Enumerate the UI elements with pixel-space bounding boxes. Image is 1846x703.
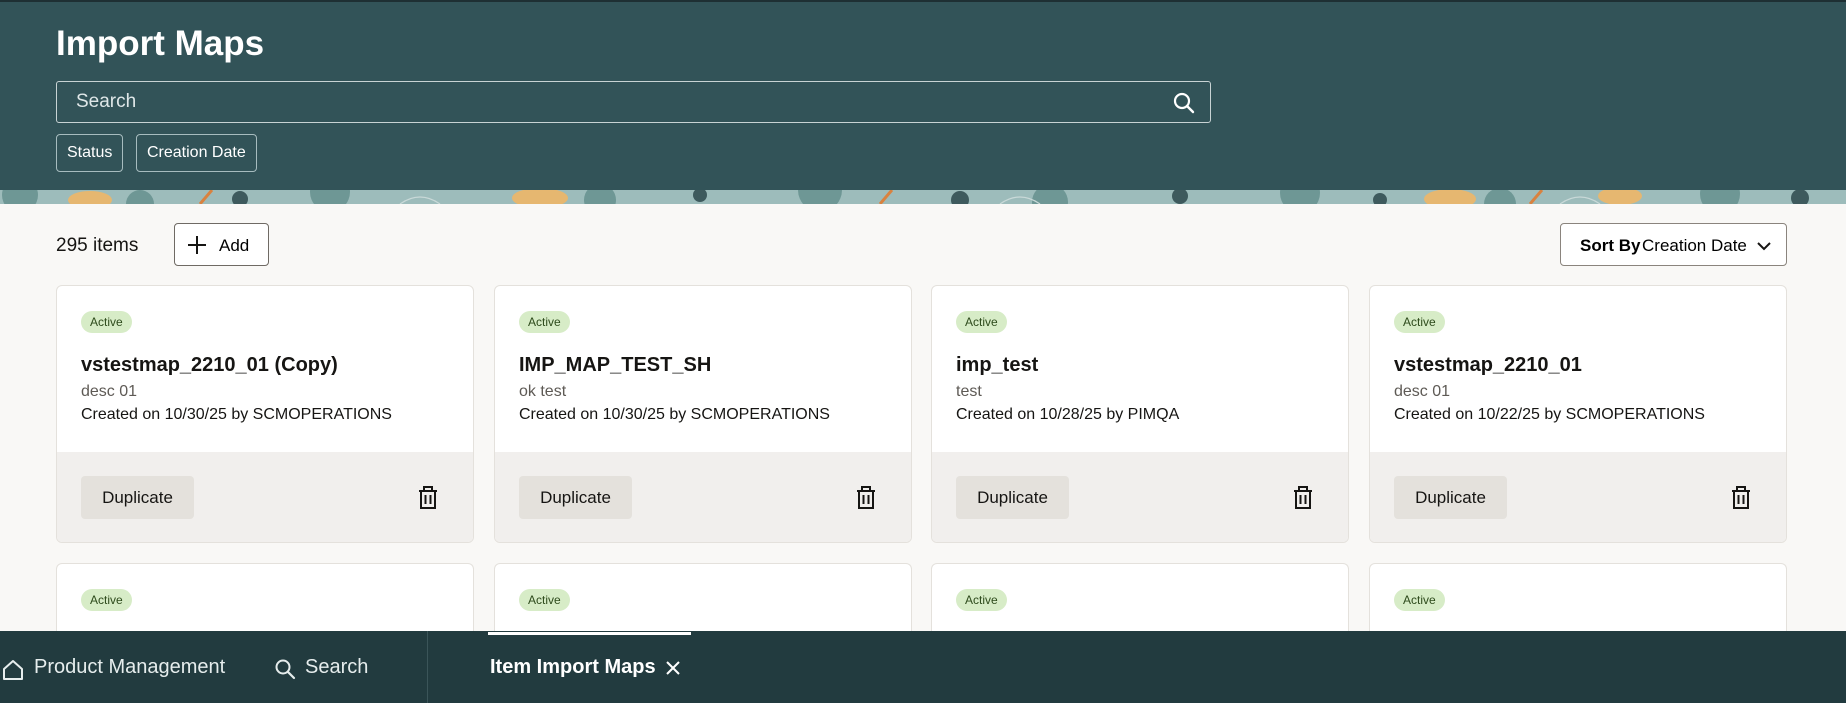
card-footer: Duplicate — [495, 452, 911, 542]
card-description: test — [956, 383, 982, 400]
page-header: Import Maps Status Creation Date — [0, 0, 1846, 190]
results-toolbar: 295 items Add Sort By Creation Date — [0, 204, 1846, 274]
bottom-taskbar: Product Management Search Item Import Ma… — [0, 631, 1846, 703]
duplicate-button[interactable]: Duplicate — [1394, 476, 1507, 519]
active-tab-indicator — [488, 632, 691, 635]
card-created-info: Created on 10/28/25 by PIMQA — [956, 406, 1180, 423]
add-button[interactable]: Add — [174, 223, 269, 266]
import-map-card[interactable]: Active vstestmap_2210_01 (Copy) desc 01 … — [56, 285, 474, 543]
page-title: Import Maps — [56, 24, 265, 63]
card-description: desc 01 — [81, 383, 138, 400]
close-icon[interactable] — [665, 659, 681, 682]
status-badge: Active — [1394, 311, 1445, 333]
search-input[interactable] — [57, 82, 1157, 122]
trash-icon[interactable] — [1292, 486, 1314, 510]
status-badge: Active — [519, 589, 570, 611]
card-title[interactable]: IMP_MAP_TEST_SH — [519, 354, 711, 377]
items-count: 295 items — [56, 235, 139, 256]
card-footer: Duplicate — [57, 452, 473, 542]
status-badge: Active — [519, 311, 570, 333]
card-footer: Duplicate — [932, 452, 1348, 542]
tab-label: Item Import Maps — [490, 656, 656, 678]
trash-icon[interactable] — [1730, 486, 1752, 510]
search-icon — [274, 658, 296, 686]
trash-icon[interactable] — [417, 486, 439, 510]
card-created-info: Created on 10/30/25 by SCMOPERATIONS — [81, 406, 392, 423]
card-title[interactable]: vstestmap_2210_01 — [1394, 354, 1582, 377]
status-badge: Active — [1394, 589, 1445, 611]
search-field[interactable] — [56, 81, 1211, 123]
status-badge: Active — [81, 311, 132, 333]
duplicate-button[interactable]: Duplicate — [956, 476, 1069, 519]
chevron-down-icon — [1756, 238, 1772, 259]
home-icon — [2, 659, 24, 687]
taskbar-home-label: Product Management — [34, 656, 226, 678]
plus-icon — [187, 235, 207, 260]
import-map-card[interactable]: Active vstestmap_2210_01 desc 01 Created… — [1369, 285, 1787, 543]
card-footer: Duplicate — [1370, 452, 1786, 542]
sort-dropdown[interactable]: Sort By Creation Date — [1560, 223, 1787, 266]
import-map-card[interactable]: Active imp_test test Created on 10/28/25… — [931, 285, 1349, 543]
decorative-banner — [0, 190, 1846, 204]
card-description: desc 01 — [1394, 383, 1451, 400]
sort-value: Creation Date — [1642, 236, 1747, 255]
status-badge: Active — [81, 589, 132, 611]
card-created-info: Created on 10/22/25 by SCMOPERATIONS — [1394, 406, 1705, 423]
filter-chip-status[interactable]: Status — [56, 134, 124, 172]
status-badge: Active — [956, 311, 1007, 333]
taskbar-divider — [427, 631, 428, 703]
card-description: ok test — [519, 383, 567, 400]
card-created-info: Created on 10/30/25 by SCMOPERATIONS — [519, 406, 830, 423]
duplicate-button[interactable]: Duplicate — [519, 476, 632, 519]
card-title[interactable]: imp_test — [956, 354, 1038, 377]
taskbar-search-label: Search — [305, 656, 369, 678]
sort-by-label: Sort By — [1580, 236, 1641, 255]
status-badge: Active — [956, 589, 1007, 611]
duplicate-button[interactable]: Duplicate — [81, 476, 194, 519]
import-map-card[interactable]: Active IMP_MAP_TEST_SH ok test Created o… — [494, 285, 912, 543]
search-icon[interactable] — [1172, 91, 1196, 115]
trash-icon[interactable] — [855, 486, 877, 510]
card-title[interactable]: vstestmap_2210_01 (Copy) — [81, 354, 338, 377]
filter-chip-creation-date[interactable]: Creation Date — [136, 134, 257, 172]
add-button-label: Add — [219, 236, 250, 255]
